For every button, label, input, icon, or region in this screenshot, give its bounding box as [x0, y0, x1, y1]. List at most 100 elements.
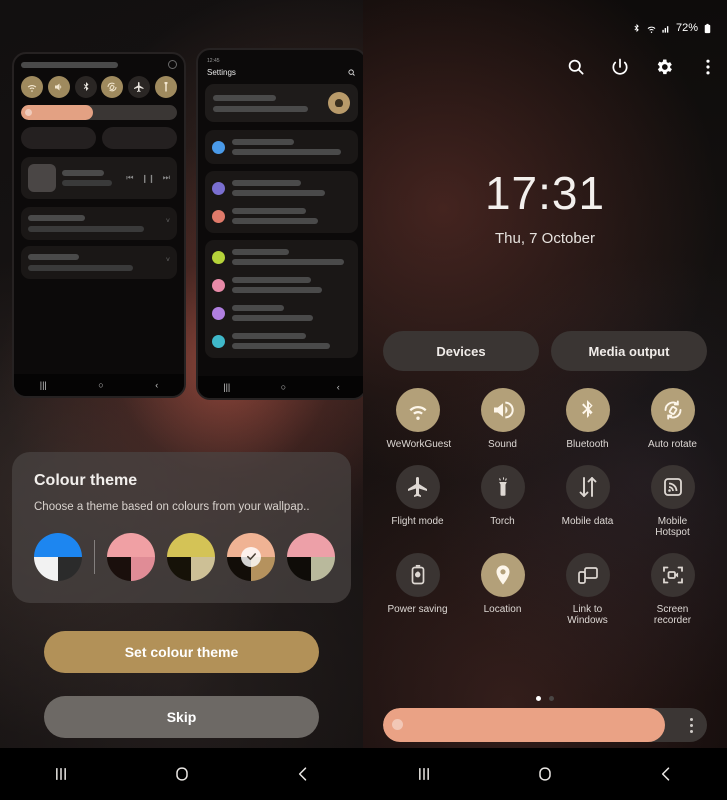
check-icon — [241, 546, 261, 567]
tile-sound[interactable]: Sound — [460, 388, 545, 451]
tile-mobile-hotspot[interactable]: Mobile Hotspot — [630, 464, 715, 539]
right-navbar — [363, 748, 727, 800]
power-saving-icon — [395, 552, 440, 597]
swatch-peach-selected[interactable] — [227, 532, 275, 581]
album-art — [28, 164, 56, 192]
back-icon: ‹ — [155, 380, 159, 390]
link-to-windows-icon — [565, 552, 610, 597]
tile-power-saving[interactable]: Power saving — [375, 552, 460, 627]
left-navbar — [0, 748, 363, 800]
tile-mobile-data[interactable]: Mobile data — [545, 464, 630, 539]
preview-brightness-slider — [21, 105, 177, 120]
page-dot-2[interactable] — [549, 696, 554, 701]
tile-screen-recorder[interactable]: Screen recorder — [630, 552, 715, 627]
list-item — [212, 327, 351, 355]
location-icon — [480, 552, 525, 597]
media-output-pill[interactable]: Media output — [551, 331, 707, 371]
tile-location[interactable]: Location — [460, 552, 545, 627]
tile-label: Sound — [488, 439, 517, 450]
list-item — [212, 243, 351, 271]
wifi-icon — [21, 76, 43, 98]
power-icon[interactable] — [609, 56, 631, 78]
back-icon[interactable] — [283, 759, 323, 789]
list-item — [212, 202, 351, 230]
page-dot-1[interactable] — [536, 696, 541, 701]
mobile-data-icon — [565, 464, 610, 509]
tile-label: WeWorkGuest — [386, 439, 452, 450]
more-vert-icon[interactable] — [690, 717, 693, 733]
home-icon[interactable] — [162, 759, 202, 789]
brightness-slider[interactable] — [383, 708, 707, 742]
devices-pill[interactable]: Devices — [383, 331, 539, 371]
skip-button[interactable]: Skip — [44, 696, 319, 738]
swatch-pink[interactable] — [107, 532, 155, 581]
set-colour-theme-button[interactable]: Set colour theme — [44, 631, 319, 673]
tile-link-to-windows[interactable]: Link to Windows — [545, 552, 630, 627]
battery-percent: 72% — [675, 22, 698, 34]
preview-header — [21, 60, 177, 69]
swatch-olive-yellow[interactable] — [167, 532, 215, 581]
tile-label: Link to Windows — [567, 603, 608, 627]
tile-label: Screen recorder — [653, 603, 692, 627]
list-item — [212, 174, 351, 202]
tile-label: Flight mode — [391, 515, 444, 527]
preview-quick-icons — [21, 76, 177, 98]
bluetooth-icon — [565, 388, 610, 432]
screenshot-root: ⏮ ❙❙ ⏭ ˅ ˅ ||| ○ ‹ 12:45 Settings ||| ○ … — [0, 0, 727, 800]
next-icon: ⏭ — [162, 173, 170, 182]
theme-description: Choose a theme based on colours from you… — [34, 501, 310, 513]
wifi-icon — [647, 26, 656, 33]
swatch-default-blue[interactable] — [34, 532, 82, 581]
preview-navbar: ||| ○ ‹ — [14, 374, 184, 396]
previous-icon: ⏮ — [126, 173, 134, 182]
gear-icon — [168, 60, 177, 69]
pill-row: Devices Media output — [383, 331, 707, 371]
page-indicator — [363, 696, 727, 701]
screen-recorder-icon — [650, 552, 695, 597]
back-icon: ‹ — [336, 382, 340, 392]
tile-wifi[interactable]: WeWorkGuest — [375, 388, 460, 451]
gear-icon[interactable] — [653, 56, 675, 78]
tile-flight-mode[interactable]: Flight mode — [375, 464, 460, 539]
torch-icon — [480, 464, 525, 509]
search-icon[interactable] — [565, 56, 587, 78]
home-icon: ○ — [98, 380, 104, 390]
recents-icon[interactable] — [41, 759, 81, 789]
list-item — [212, 299, 351, 327]
home-icon[interactable] — [525, 759, 565, 789]
clock-date: Thu, 7 October — [494, 230, 596, 247]
back-icon[interactable] — [646, 759, 686, 789]
search-icon — [348, 69, 355, 76]
preview-settings-title: Settings — [207, 68, 236, 77]
preview-settings-group — [205, 130, 358, 164]
auto-rotate-icon — [101, 76, 124, 98]
clock-time: 17:31 — [484, 167, 606, 219]
tile-auto-rotate[interactable]: Auto rotate — [630, 388, 715, 451]
bluetooth-icon — [74, 76, 97, 98]
brightness-fill — [383, 708, 665, 742]
preview-status-time: 12:45 — [207, 58, 220, 64]
avatar — [328, 92, 350, 114]
preview-phone-quickpanel: ⏮ ❙❙ ⏭ ˅ ˅ ||| ○ ‹ — [12, 52, 186, 398]
wifi-icon — [395, 388, 440, 432]
tile-torch[interactable]: Torch — [460, 464, 545, 539]
preview-notification-card: ˅ — [21, 207, 177, 240]
more-vert-icon[interactable] — [697, 56, 719, 78]
status-bar: 72% — [631, 22, 713, 34]
preview-profile-card — [205, 84, 358, 122]
bluetooth-icon — [634, 23, 639, 32]
tile-label: Power saving — [387, 603, 448, 615]
signal-icon — [662, 25, 669, 33]
recents-icon: ||| — [39, 380, 47, 390]
flight-mode-icon — [395, 464, 440, 509]
quick-panel-toolbar — [565, 56, 719, 78]
swatch-pink-sage[interactable] — [287, 532, 335, 581]
preview-phone-settings: 12:45 Settings ||| ○ ‹ — [196, 48, 363, 400]
swatch-list — [34, 532, 335, 581]
tile-bluetooth[interactable]: Bluetooth — [545, 388, 630, 451]
preview-navbar: ||| ○ ‹ — [198, 376, 363, 398]
home-icon: ○ — [280, 382, 287, 392]
recents-icon[interactable] — [404, 759, 444, 789]
left-panel: ⏮ ❙❙ ⏭ ˅ ˅ ||| ○ ‹ 12:45 Settings ||| ○ … — [0, 0, 363, 800]
placeholder-bar — [21, 61, 118, 68]
